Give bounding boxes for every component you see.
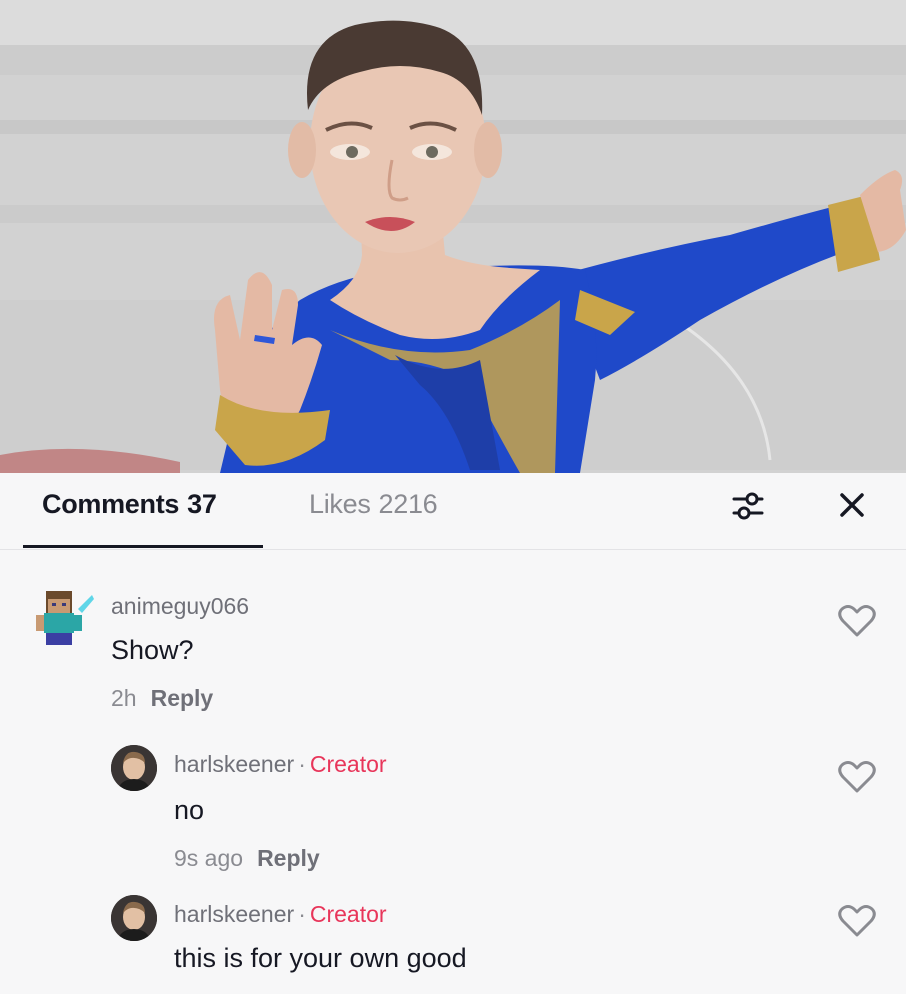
comment-time: 9s ago: [174, 845, 244, 871]
creator-badge: Creator: [309, 751, 387, 777]
heart-outline-icon[interactable]: [837, 903, 877, 939]
tab-likes[interactable]: Likes 2216: [309, 489, 438, 520]
tab-comments-label: Comments: [42, 489, 180, 519]
tab-comments[interactable]: Comments 37: [42, 489, 217, 520]
comment-username-row: harlskeener · Creator: [174, 751, 387, 778]
user-photo-avatar-icon: [111, 895, 157, 941]
active-tab-indicator: [23, 545, 263, 548]
minecraft-steve-avatar-icon: [36, 591, 94, 645]
separator-dot: ·: [298, 751, 306, 777]
reply-button[interactable]: Reply: [151, 685, 214, 711]
comment-username[interactable]: animeguy066: [111, 593, 249, 620]
comment-time: 2h: [111, 685, 137, 711]
video-player[interactable]: [0, 0, 906, 473]
comment-username-row: harlskeener · Creator: [174, 901, 387, 928]
avatar[interactable]: [111, 895, 157, 941]
heart-outline-icon[interactable]: [837, 759, 877, 795]
video-frame: [0, 0, 906, 473]
separator-dot: ·: [298, 901, 306, 927]
creator-badge: Creator: [309, 901, 387, 927]
reply-button[interactable]: Reply: [257, 845, 320, 871]
comment-username[interactable]: harlskeener: [174, 751, 294, 777]
comment-text: this is for your own good: [174, 943, 467, 973]
comment-meta: 2h Reply: [111, 685, 213, 712]
comment-username[interactable]: harlskeener: [174, 901, 294, 927]
close-icon: [840, 493, 864, 517]
reply-comment-item: harlskeener · Creator no 9s ago Reply: [0, 735, 906, 875]
comment-item: animeguy066 Show? 2h Reply: [0, 573, 906, 713]
close-button[interactable]: [834, 487, 870, 523]
heart-outline-icon[interactable]: [837, 603, 877, 639]
tab-likes-label: Likes: [309, 489, 371, 519]
avatar[interactable]: [111, 745, 157, 791]
likes-count: 2216: [378, 489, 438, 519]
comment-meta: 9s ago Reply: [174, 845, 320, 872]
comments-count: 37: [187, 489, 217, 519]
avatar[interactable]: [26, 585, 96, 655]
reply-comment-item: harlskeener · Creator this is for your own…: [0, 885, 906, 994]
comment-text: Show?: [111, 635, 194, 665]
filter-button[interactable]: [730, 489, 766, 523]
user-photo-avatar-icon: [111, 745, 157, 791]
comment-text: no: [174, 795, 205, 825]
filter-sliders-icon: [732, 492, 764, 520]
comments-panel: Comments 37 Likes 2216 animeguy066 Show?…: [0, 473, 906, 994]
panel-tab-bar: Comments 37 Likes 2216: [0, 473, 906, 550]
